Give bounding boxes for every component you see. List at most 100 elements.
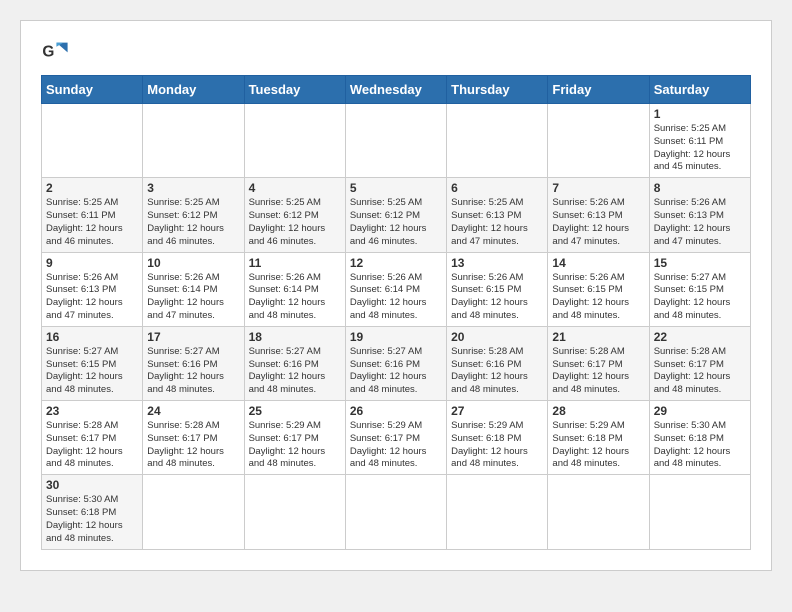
day-number: 26 [350, 404, 442, 418]
day-number: 28 [552, 404, 644, 418]
day-cell: 10 Sunrise: 5:26 AM Sunset: 6:14 PM Dayli… [143, 252, 244, 326]
day-number: 6 [451, 181, 543, 195]
week-row-4: 16 Sunrise: 5:27 AM Sunset: 6:15 PM Dayli… [42, 326, 751, 400]
day-info: Sunrise: 5:28 AM Sunset: 6:17 PM Dayligh… [552, 346, 644, 397]
day-number: 7 [552, 181, 644, 195]
day-number: 1 [654, 107, 746, 121]
day-info: Sunrise: 5:25 AM Sunset: 6:12 PM Dayligh… [249, 197, 341, 248]
day-cell: 12Sunrise: 5:26 AM Sunset: 6:14 PM Dayli… [345, 252, 446, 326]
day-info: Sunrise: 5:29 AM Sunset: 6:17 PM Dayligh… [350, 420, 442, 471]
day-cell: 5Sunrise: 5:25 AM Sunset: 6:12 PM Daylig… [345, 178, 446, 252]
day-cell: 20Sunrise: 5:28 AM Sunset: 6:16 PM Dayli… [447, 326, 548, 400]
weekday-tuesday: Tuesday [244, 76, 345, 104]
day-cell: 6 Sunrise: 5:25 AM Sunset: 6:13 PM Daylig… [447, 178, 548, 252]
day-info: Sunrise: 5:26 AM Sunset: 6:14 PM Dayligh… [147, 272, 239, 323]
day-cell: 29 Sunrise: 5:30 AM Sunset: 6:18 PM Dayli… [649, 401, 750, 475]
day-info: Sunrise: 5:30 AM Sunset: 6:18 PM Dayligh… [654, 420, 746, 471]
day-cell: 3 Sunrise: 5:25 AM Sunset: 6:12 PM Daylig… [143, 178, 244, 252]
day-info: Sunrise: 5:25 AM Sunset: 6:11 PM Dayligh… [654, 123, 746, 174]
day-info: Sunrise: 5:26 AM Sunset: 6:14 PM Dayligh… [350, 272, 442, 323]
logo-icon: G [41, 37, 69, 65]
day-info: Sunrise: 5:26 AM Sunset: 6:15 PM Dayligh… [451, 272, 543, 323]
day-cell: 8Sunrise: 5:26 AM Sunset: 6:13 PM Daylig… [649, 178, 750, 252]
day-cell [345, 104, 446, 178]
weekday-friday: Friday [548, 76, 649, 104]
day-number: 21 [552, 330, 644, 344]
day-cell: 1 Sunrise: 5:25 AM Sunset: 6:11 PM Daylig… [649, 104, 750, 178]
day-cell [42, 104, 143, 178]
day-info: Sunrise: 5:27 AM Sunset: 6:15 PM Dayligh… [654, 272, 746, 323]
day-cell: 15 Sunrise: 5:27 AM Sunset: 6:15 PM Dayli… [649, 252, 750, 326]
day-info: Sunrise: 5:25 AM Sunset: 6:13 PM Dayligh… [451, 197, 543, 248]
day-info: Sunrise: 5:28 AM Sunset: 6:17 PM Dayligh… [46, 420, 138, 471]
week-row-3: 9Sunrise: 5:26 AM Sunset: 6:13 PM Daylig… [42, 252, 751, 326]
day-cell: 13 Sunrise: 5:26 AM Sunset: 6:15 PM Dayli… [447, 252, 548, 326]
day-cell: 18Sunrise: 5:27 AM Sunset: 6:16 PM Dayli… [244, 326, 345, 400]
day-cell [244, 475, 345, 549]
weekday-thursday: Thursday [447, 76, 548, 104]
day-number: 30 [46, 478, 138, 492]
day-cell: 7 Sunrise: 5:26 AM Sunset: 6:13 PM Daylig… [548, 178, 649, 252]
header: G [41, 37, 751, 65]
day-cell [649, 475, 750, 549]
day-cell: 27 Sunrise: 5:29 AM Sunset: 6:18 PM Dayli… [447, 401, 548, 475]
weekday-saturday: Saturday [649, 76, 750, 104]
day-info: Sunrise: 5:28 AM Sunset: 6:17 PM Dayligh… [654, 346, 746, 397]
day-info: Sunrise: 5:29 AM Sunset: 6:18 PM Dayligh… [451, 420, 543, 471]
week-row-5: 23Sunrise: 5:28 AM Sunset: 6:17 PM Dayli… [42, 401, 751, 475]
day-cell: 17 Sunrise: 5:27 AM Sunset: 6:16 PM Dayli… [143, 326, 244, 400]
day-number: 24 [147, 404, 239, 418]
day-cell: 4Sunrise: 5:25 AM Sunset: 6:12 PM Daylig… [244, 178, 345, 252]
day-number: 11 [249, 256, 341, 270]
day-info: Sunrise: 5:26 AM Sunset: 6:14 PM Dayligh… [249, 272, 341, 323]
day-info: Sunrise: 5:27 AM Sunset: 6:15 PM Dayligh… [46, 346, 138, 397]
weekday-monday: Monday [143, 76, 244, 104]
day-number: 15 [654, 256, 746, 270]
day-cell: 9Sunrise: 5:26 AM Sunset: 6:13 PM Daylig… [42, 252, 143, 326]
day-cell: 23Sunrise: 5:28 AM Sunset: 6:17 PM Dayli… [42, 401, 143, 475]
day-number: 5 [350, 181, 442, 195]
day-cell: 14Sunrise: 5:26 AM Sunset: 6:15 PM Dayli… [548, 252, 649, 326]
day-cell: 21 Sunrise: 5:28 AM Sunset: 6:17 PM Dayli… [548, 326, 649, 400]
day-number: 13 [451, 256, 543, 270]
day-number: 3 [147, 181, 239, 195]
day-info: Sunrise: 5:25 AM Sunset: 6:12 PM Dayligh… [147, 197, 239, 248]
day-cell: 19Sunrise: 5:27 AM Sunset: 6:16 PM Dayli… [345, 326, 446, 400]
day-info: Sunrise: 5:26 AM Sunset: 6:13 PM Dayligh… [552, 197, 644, 248]
day-info: Sunrise: 5:27 AM Sunset: 6:16 PM Dayligh… [147, 346, 239, 397]
day-info: Sunrise: 5:30 AM Sunset: 6:18 PM Dayligh… [46, 494, 138, 545]
day-number: 9 [46, 256, 138, 270]
day-info: Sunrise: 5:29 AM Sunset: 6:18 PM Dayligh… [552, 420, 644, 471]
day-info: Sunrise: 5:28 AM Sunset: 6:16 PM Dayligh… [451, 346, 543, 397]
day-info: Sunrise: 5:25 AM Sunset: 6:11 PM Dayligh… [46, 197, 138, 248]
day-cell: 25 Sunrise: 5:29 AM Sunset: 6:17 PM Dayli… [244, 401, 345, 475]
day-info: Sunrise: 5:28 AM Sunset: 6:17 PM Dayligh… [147, 420, 239, 471]
day-number: 16 [46, 330, 138, 344]
day-cell: 30 Sunrise: 5:30 AM Sunset: 6:18 PM Dayli… [42, 475, 143, 549]
day-number: 18 [249, 330, 341, 344]
day-cell [548, 475, 649, 549]
day-number: 27 [451, 404, 543, 418]
day-number: 22 [654, 330, 746, 344]
day-cell: 28 Sunrise: 5:29 AM Sunset: 6:18 PM Dayli… [548, 401, 649, 475]
day-info: Sunrise: 5:26 AM Sunset: 6:15 PM Dayligh… [552, 272, 644, 323]
day-number: 10 [147, 256, 239, 270]
day-cell: 22 Sunrise: 5:28 AM Sunset: 6:17 PM Dayli… [649, 326, 750, 400]
day-number: 25 [249, 404, 341, 418]
calendar-table: SundayMondayTuesdayWednesdayThursdayFrid… [41, 75, 751, 550]
weekday-header-row: SundayMondayTuesdayWednesdayThursdayFrid… [42, 76, 751, 104]
day-number: 19 [350, 330, 442, 344]
svg-text:G: G [42, 44, 54, 61]
day-number: 29 [654, 404, 746, 418]
day-number: 17 [147, 330, 239, 344]
day-cell [244, 104, 345, 178]
day-cell [447, 475, 548, 549]
day-cell [143, 475, 244, 549]
day-cell: 16 Sunrise: 5:27 AM Sunset: 6:15 PM Dayli… [42, 326, 143, 400]
day-number: 8 [654, 181, 746, 195]
day-info: Sunrise: 5:29 AM Sunset: 6:17 PM Dayligh… [249, 420, 341, 471]
day-cell [143, 104, 244, 178]
day-number: 2 [46, 181, 138, 195]
day-cell: 2 Sunrise: 5:25 AM Sunset: 6:11 PM Daylig… [42, 178, 143, 252]
day-cell: 26 Sunrise: 5:29 AM Sunset: 6:17 PM Dayli… [345, 401, 446, 475]
